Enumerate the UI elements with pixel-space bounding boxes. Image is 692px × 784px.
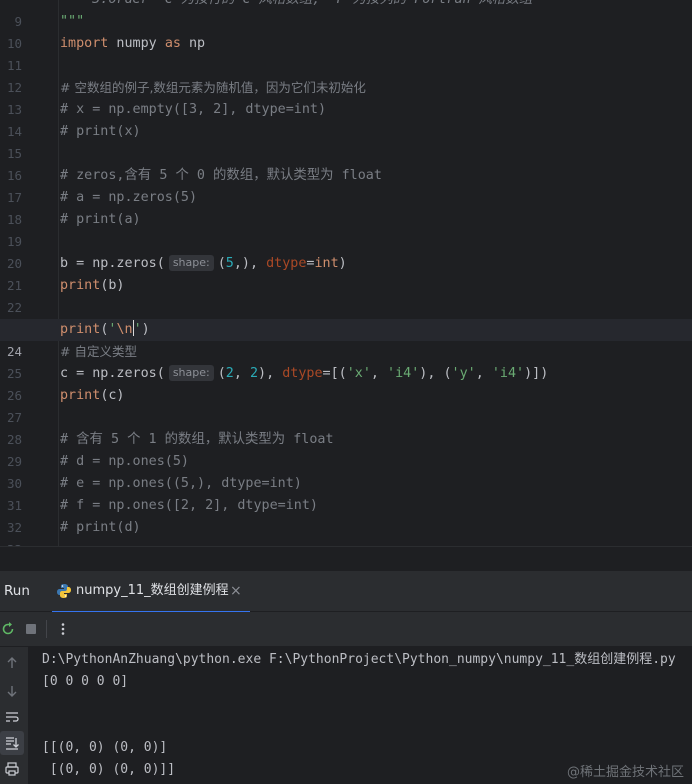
code-line-27[interactable]: 27 print(c) — [0, 385, 692, 425]
code-line-21[interactable]: 21 b = np.zeros(shape: (5,), dtype=int) — [0, 253, 692, 293]
parameter-hint: shape: — [168, 365, 214, 381]
watermark: @稀土掘金技术社区 — [566, 765, 684, 780]
code-line-18[interactable]: 18 # a = np.zeros(5) — [0, 187, 692, 227]
run-tool-window-header: Run numpy_11_数组创建例程 × — [0, 571, 692, 613]
console-line: [[(0, 0) (0, 0)] — [42, 740, 168, 755]
close-icon[interactable]: × — [230, 571, 242, 611]
comment: # print(d) — [60, 520, 141, 535]
comment: # print(x) — [60, 124, 141, 139]
toolbar-divider — [46, 620, 47, 638]
code-line-14[interactable]: 14 # x = np.empty([3, 2], dtype=int) — [0, 99, 692, 139]
docstring-end: """ — [60, 14, 85, 29]
scroll-to-end-button[interactable] — [0, 731, 24, 755]
code-line-17[interactable]: 17 # zeros,含有 5 个 0 的数组，默认类型为 float — [0, 165, 692, 205]
code-editor[interactable]: 9 3.order 'C'为按行的 C 风格数组, 'F'为按列的 Fortra… — [0, 0, 692, 546]
console-line: D:\PythonAnZhuang\python.exe F:\PythonPr… — [42, 652, 676, 667]
import-statement: import numpy as np — [60, 36, 206, 51]
code-line-11[interactable]: 11 import numpy as np — [0, 33, 692, 73]
run-toolbar — [0, 612, 692, 647]
code-line-24[interactable]: 24 print('\n') — [0, 319, 692, 359]
run-title: Run — [4, 583, 30, 599]
soft-wrap-icon[interactable] — [4, 709, 20, 725]
print-call: print(b) — [60, 278, 125, 293]
python-icon — [57, 584, 71, 598]
code-line-30[interactable]: 30 # d = np.ones(5) — [0, 451, 692, 491]
code-line-9[interactable]: 9 3.order 'C'为按行的 C 风格数组, 'F'为按列的 Fortra… — [0, 0, 692, 29]
comment: # f = np.ones([2, 2], dtype=int) — [60, 498, 318, 513]
code-line-10[interactable]: 10 """ — [0, 11, 692, 51]
comment: # 含有 5 个 1 的数组，默认类型为 float — [60, 432, 334, 447]
arrow-up-icon[interactable] — [4, 655, 20, 671]
code-line-26[interactable]: 26 c = np.zeros(shape: (2, 2), dtype=[('x… — [0, 363, 692, 403]
code-line-31[interactable]: 31 # e = np.ones((5,), dtype=int) — [0, 473, 692, 513]
comment: # zeros,含有 5 个 0 的数组，默认类型为 float — [60, 168, 382, 183]
comment: # print(a) — [60, 212, 141, 227]
comment: # x = np.empty([3, 2], dtype=int) — [60, 102, 327, 117]
code-line-25[interactable]: 25 # 自定义类型 — [0, 341, 692, 381]
console-line: [0 0 0 0 0] — [42, 674, 129, 689]
code-line-13[interactable]: 13 # 空数组的例子,数组元素为随机值，因为它们未初始化 — [0, 77, 692, 117]
comment: # e = np.ones((5,), dtype=int) — [60, 476, 302, 491]
code-line-23[interactable]: 23 — [0, 297, 692, 337]
comment: # a = np.zeros(5) — [60, 190, 198, 205]
zeros-call-b: b = np.zeros(shape: (5,), dtype=int) — [60, 255, 347, 271]
print-call: print(c) — [60, 388, 125, 403]
zeros-call-c: c = np.zeros(shape: (2, 2), dtype=[('x', … — [60, 365, 549, 381]
stop-icon[interactable] — [23, 621, 39, 637]
code-line-16[interactable]: 16 — [0, 143, 692, 183]
run-tab[interactable]: numpy_11_数组创建例程 × — [52, 571, 250, 613]
arrow-down-icon[interactable] — [4, 683, 20, 699]
code-line-28[interactable]: 28 — [0, 407, 692, 447]
console-side-toolbar — [0, 647, 28, 784]
print-icon[interactable] — [4, 761, 20, 777]
scroll-to-end-icon — [6, 737, 19, 750]
console-line: [(0, 0) (0, 0)]] — [42, 762, 176, 777]
print-newline-call: print('\n') — [60, 320, 150, 337]
docstring-text: 3.order 'C'为按行的 C 风格数组, 'F'为按列的 Fortran … — [60, 0, 532, 11]
code-line-15[interactable]: 15 # print(x) — [0, 121, 692, 161]
line-number: 33 — [0, 539, 22, 546]
code-line-22[interactable]: 22 print(b) — [0, 275, 692, 315]
parameter-hint: shape: — [168, 255, 214, 271]
comment: # d = np.ones(5) — [60, 454, 189, 469]
comment: # 自定义类型 — [60, 344, 137, 359]
code-line-33[interactable]: 33 # print(d) — [0, 517, 692, 546]
more-options-icon[interactable] — [55, 621, 71, 637]
code-line-29[interactable]: 29 # 含有 5 个 1 的数组，默认类型为 float — [0, 429, 692, 469]
code-line-19[interactable]: 19 # print(a) — [0, 209, 692, 249]
code-line-12[interactable]: 12 — [0, 55, 692, 95]
run-tab-label: numpy_11_数组创建例程 — [76, 583, 229, 598]
code-line-20[interactable]: 20 — [0, 231, 692, 271]
rerun-icon[interactable] — [0, 621, 16, 637]
code-line-32[interactable]: 32 # f = np.ones([2, 2], dtype=int) — [0, 495, 692, 535]
panel-splitter[interactable] — [0, 546, 692, 571]
comment: # 空数组的例子,数组元素为随机值，因为它们未初始化 — [60, 80, 366, 95]
